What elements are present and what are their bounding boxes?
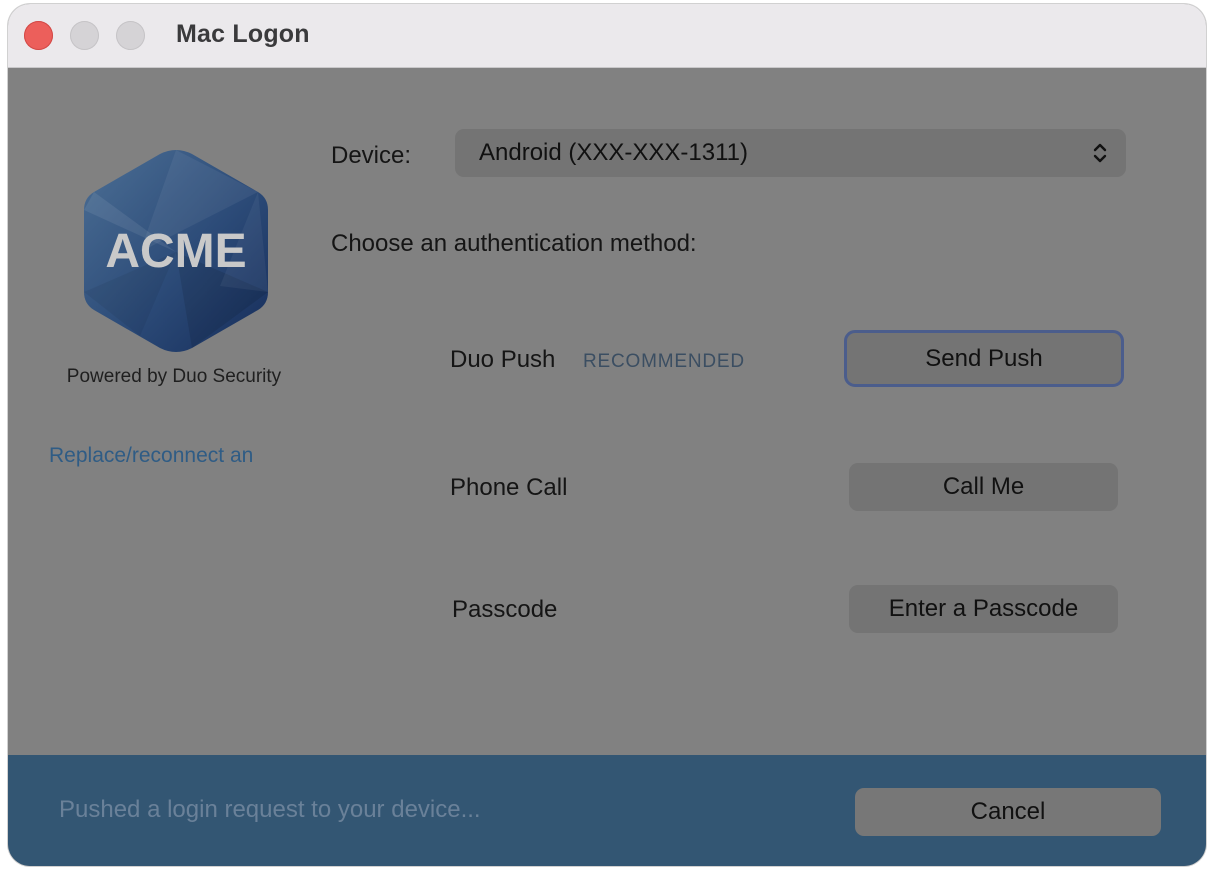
recommended-badge: RECOMMENDED — [583, 351, 745, 372]
send-push-button[interactable]: Send Push — [844, 330, 1124, 387]
title-bar: Mac Logon — [8, 4, 1206, 68]
auth-method-heading: Choose an authentication method: — [331, 230, 697, 257]
push-status-text: Pushed a login request to your device... — [59, 796, 481, 823]
enter-passcode-button[interactable]: Enter a Passcode — [849, 585, 1118, 633]
minimize-window-button[interactable] — [70, 21, 99, 50]
cancel-button[interactable]: Cancel — [855, 788, 1161, 836]
acme-logo: ACME — [80, 146, 272, 356]
mac-logon-window: Mac Logon ACME Powered by Duo Security R… — [8, 4, 1206, 866]
window-title: Mac Logon — [176, 20, 310, 48]
phone-call-label: Phone Call — [450, 474, 568, 501]
zoom-window-button[interactable] — [116, 21, 145, 50]
acme-hexagon-logo-icon: ACME — [84, 150, 268, 352]
device-label: Device: — [331, 142, 412, 169]
call-me-button[interactable]: Call Me — [849, 463, 1118, 511]
acme-logo-text: ACME — [105, 225, 246, 278]
device-select-value: Android (XXX-XXX-1311) — [479, 139, 749, 166]
close-window-button[interactable] — [24, 21, 53, 50]
status-footer: Pushed a login request to your device...… — [8, 755, 1206, 866]
duo-push-label: Duo Push — [450, 346, 556, 373]
device-select[interactable]: Android (XXX-XXX-1311) — [455, 129, 1126, 177]
powered-by-duo-label: Powered by Duo Security — [66, 366, 282, 387]
passcode-label: Passcode — [452, 596, 558, 623]
replace-device-link[interactable]: Replace/reconnect an — [49, 444, 253, 468]
up-down-chevron-icon — [1093, 143, 1107, 163]
